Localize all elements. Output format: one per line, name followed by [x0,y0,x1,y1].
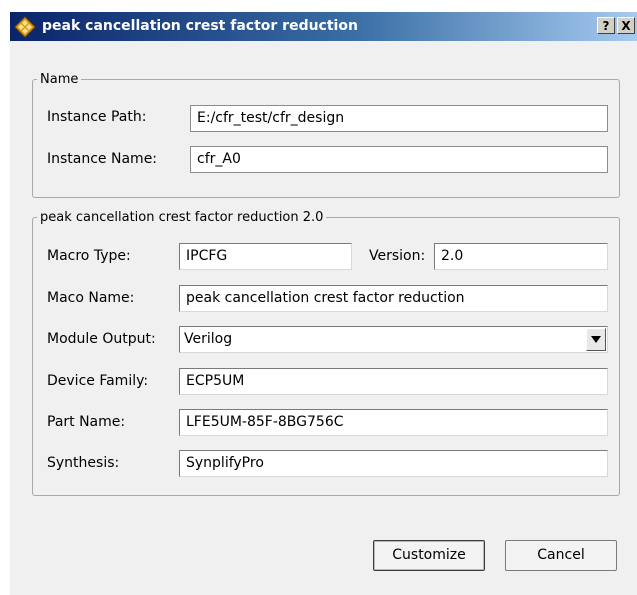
help-button[interactable]: ? [597,17,615,34]
diamond-logo-icon [14,16,36,38]
chevron-down-icon [591,336,601,343]
macro-type-label: Macro Type: [47,248,131,264]
macro-type-field: IPCFG [179,243,352,270]
macro-name-label: Maco Name: [47,290,135,306]
version-label: Version: [369,248,426,264]
part-name-field: LFE5UM-85F-8BG756C [179,409,608,436]
synthesis-field: SynplifyPro [179,450,608,477]
version-field: 2.0 [434,243,608,270]
dialog-window: peak cancellation crest factor reduction… [10,12,637,595]
module-output-dropdown-button[interactable] [586,328,606,351]
instance-name-label: Instance Name: [47,151,158,167]
instance-name-input[interactable]: cfr_A0 [190,146,608,173]
synthesis-label: Synthesis: [47,455,120,471]
module-output-select[interactable]: Verilog [179,326,608,353]
name-group: Name [32,72,620,198]
name-group-legend: Name [40,72,79,87]
title-bar[interactable]: peak cancellation crest factor reduction… [10,12,637,41]
customize-button[interactable]: Customize [373,540,485,571]
instance-path-label: Instance Path: [47,109,147,125]
config-group-legend: peak cancellation crest factor reduction… [40,210,324,225]
macro-name-field: peak cancellation crest factor reduction [179,285,608,312]
device-family-field: ECP5UM [179,368,608,395]
close-button[interactable]: X [617,17,635,34]
module-output-label: Module Output: [47,331,156,347]
part-name-label: Part Name: [47,414,126,430]
device-family-label: Device Family: [47,373,149,389]
window-title: peak cancellation crest factor reduction [42,18,358,34]
module-output-value: Verilog [184,331,233,347]
cancel-button[interactable]: Cancel [505,540,617,571]
instance-path-input[interactable]: E:/cfr_test/cfr_design [190,105,608,132]
